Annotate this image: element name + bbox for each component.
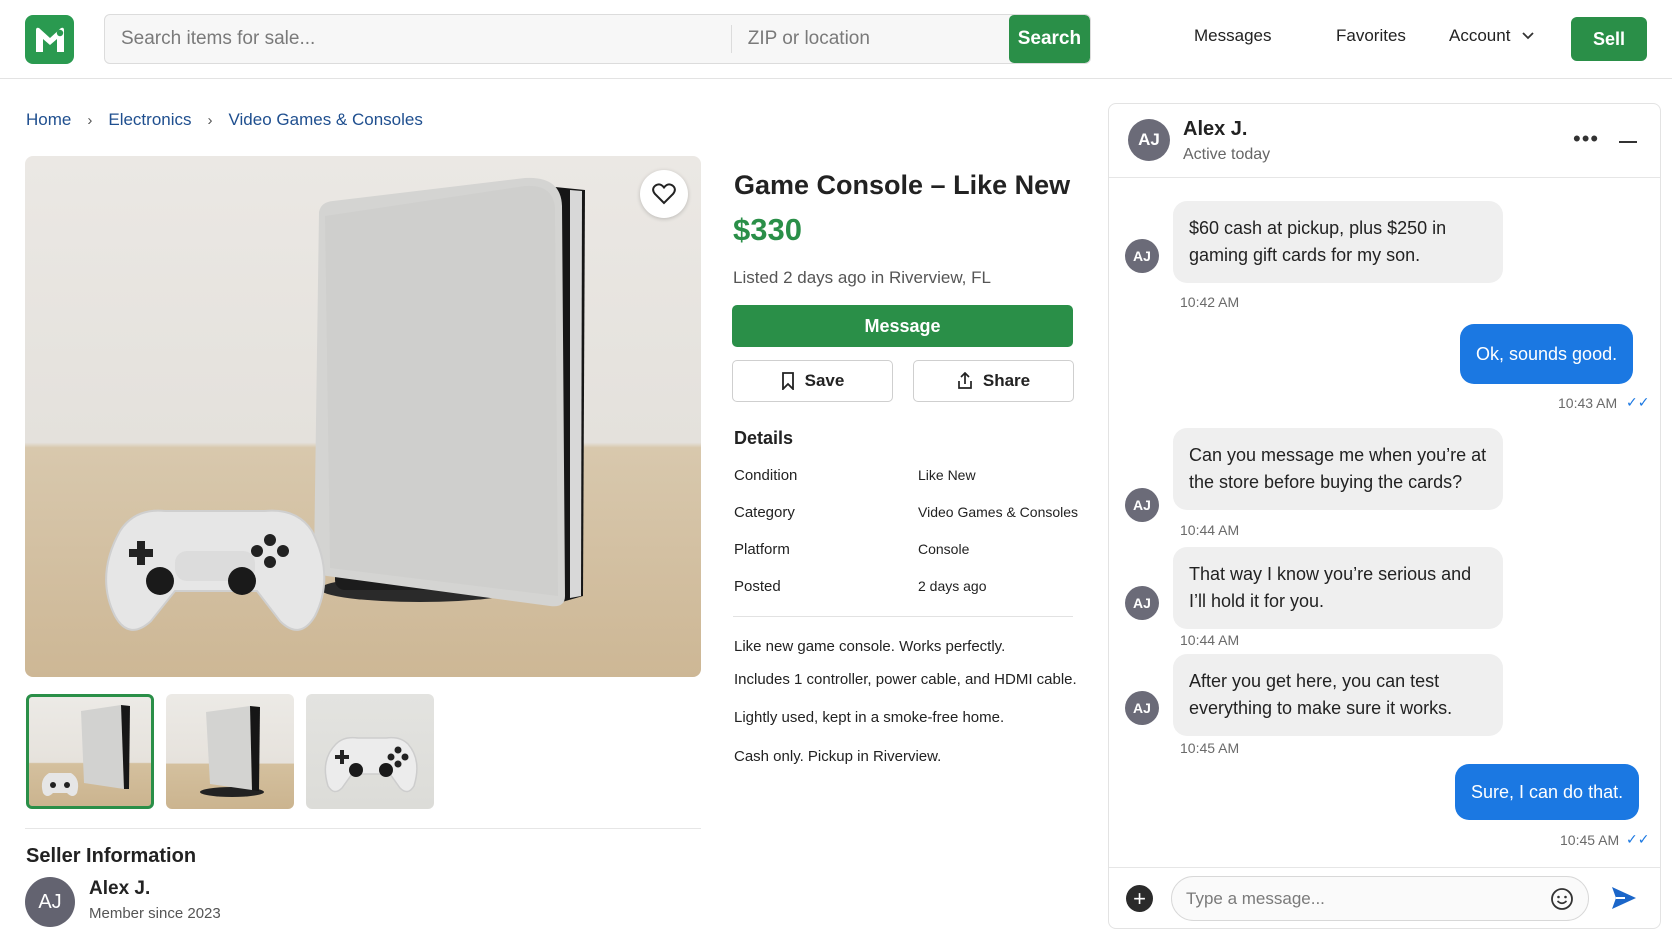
- detail-key: Platform: [734, 541, 790, 558]
- detail-key: Category: [734, 504, 795, 521]
- incoming-message: $60 cash at pickup, plus $250 in gaming …: [1173, 201, 1503, 283]
- top-header: Search Messages Favorites Account Sell: [0, 0, 1672, 79]
- search-input[interactable]: [105, 15, 731, 63]
- chat-header: AJ Alex J. Active today •••: [1109, 104, 1660, 178]
- details-divider: [733, 616, 1073, 617]
- seller-name[interactable]: Alex J.: [89, 878, 150, 900]
- minimize-icon[interactable]: [1619, 141, 1637, 143]
- message-avatar: AJ: [1125, 488, 1159, 522]
- thumbnail-strip: [26, 694, 434, 809]
- description-line: Cash only. Pickup in Riverview.: [734, 748, 942, 765]
- chat-panel: AJ Alex J. Active today ••• AJ $60 cash …: [1108, 103, 1661, 929]
- console-photo-illustration: [105, 177, 585, 631]
- share-button-label: Share: [982, 371, 1031, 390]
- message-time: 10:45 AM: [1560, 832, 1620, 848]
- send-icon[interactable]: [1610, 885, 1638, 911]
- seller-divider: [25, 828, 701, 829]
- details-heading: Details: [734, 428, 794, 448]
- nav-messages-link[interactable]: Messages: [1194, 26, 1271, 46]
- sell-button[interactable]: Sell: [1571, 17, 1647, 61]
- detail-value: 2 days ago: [918, 578, 987, 594]
- thumbnail-console-controller-image: [41, 705, 130, 796]
- message-seller-button[interactable]: Message: [732, 305, 1073, 347]
- message-time: 10:43 AM: [1558, 395, 1618, 411]
- breadcrumb-home[interactable]: Home: [26, 110, 71, 130]
- favorite-heart-button[interactable]: [640, 170, 688, 218]
- detail-value: Console: [918, 541, 970, 557]
- detail-key: Condition: [734, 467, 798, 484]
- read-receipt-icon: ✓✓: [1626, 831, 1650, 847]
- breadcrumb: Home › Electronics › Video Games & Conso…: [26, 110, 423, 130]
- message-time: 10:44 AM: [1180, 632, 1240, 648]
- logo-mark-icon: [35, 27, 64, 52]
- description-line: Lightly used, kept in a smoke-free home.: [734, 709, 1005, 726]
- save-button[interactable]: Save: [732, 360, 893, 402]
- incoming-message: After you get here, you can test everyth…: [1173, 654, 1503, 736]
- message-avatar: AJ: [1125, 586, 1159, 620]
- listing-main-photo[interactable]: [25, 156, 701, 677]
- share-icon: [958, 372, 972, 389]
- nav-account-menu[interactable]: Account: [1449, 26, 1535, 46]
- detail-key: Posted: [734, 578, 781, 595]
- message-avatar: AJ: [1125, 691, 1159, 725]
- breadcrumb-electronics[interactable]: Electronics: [108, 110, 191, 130]
- chat-contact-status: Active today: [1183, 146, 1271, 163]
- nav-favorites-link[interactable]: Favorites: [1336, 26, 1406, 46]
- breadcrumb-separator-icon: ›: [87, 111, 93, 129]
- account-label: Account: [1449, 26, 1511, 45]
- message-input-wrapper: [1171, 876, 1589, 921]
- outgoing-message: Sure, I can do that.: [1455, 764, 1640, 820]
- emoji-icon[interactable]: [1550, 887, 1574, 911]
- thumbnail-console-image: [200, 706, 264, 797]
- save-button-label: Save: [804, 371, 845, 390]
- thumbnail-3[interactable]: [306, 694, 434, 809]
- incoming-message: Can you message me when you’re at the st…: [1173, 428, 1503, 510]
- detail-value: Like New: [918, 467, 976, 483]
- chat-composer: +: [1109, 867, 1660, 928]
- chat-contact-name[interactable]: Alex J.: [1183, 118, 1247, 141]
- detail-value: Video Games & Consoles: [918, 504, 1079, 520]
- breadcrumb-video-games[interactable]: Video Games & Consoles: [229, 110, 423, 130]
- chevron-down-icon: [1522, 32, 1535, 40]
- message-time: 10:45 AM: [1180, 740, 1240, 756]
- thumbnail-controller-image: [324, 736, 418, 793]
- more-options-icon[interactable]: •••: [1573, 126, 1599, 152]
- listing-price: $330: [733, 212, 802, 247]
- zip-location-input[interactable]: [731, 15, 1009, 63]
- message-time: 10:42 AM: [1180, 294, 1240, 310]
- thumbnail-2[interactable]: [166, 694, 294, 809]
- message-time: 10:44 AM: [1180, 522, 1240, 538]
- heart-icon: [652, 183, 676, 205]
- outgoing-message: Ok, sounds good.: [1460, 324, 1634, 384]
- read-receipt-icon: ✓✓: [1626, 394, 1650, 410]
- marketplace-logo[interactable]: [25, 15, 74, 64]
- listing-title: Game Console – Like New: [734, 170, 1071, 200]
- bookmark-icon: [781, 372, 794, 390]
- add-attachment-icon[interactable]: +: [1126, 885, 1153, 912]
- seller-avatar[interactable]: AJ: [25, 877, 75, 927]
- share-button[interactable]: Share: [913, 360, 1074, 402]
- description-line: Includes 1 controller, power cable, and …: [734, 671, 1077, 688]
- message-input[interactable]: [1186, 877, 1526, 920]
- seller-section-title: Seller Information: [26, 845, 197, 867]
- breadcrumb-separator-icon: ›: [207, 111, 213, 129]
- search-bar: Search: [104, 14, 1091, 64]
- chat-contact-avatar[interactable]: AJ: [1128, 119, 1170, 161]
- description-line: Like new game console. Works perfectly.: [734, 638, 1006, 655]
- message-avatar: AJ: [1125, 239, 1159, 273]
- seller-member-since: Member since 2023: [89, 905, 221, 922]
- search-button[interactable]: Search: [1008, 15, 1090, 63]
- thumbnail-1[interactable]: [26, 694, 154, 809]
- listing-posted-location: Listed 2 days ago in Riverview, FL: [733, 268, 991, 287]
- incoming-message: That way I know you’re serious and I’ll …: [1173, 547, 1503, 629]
